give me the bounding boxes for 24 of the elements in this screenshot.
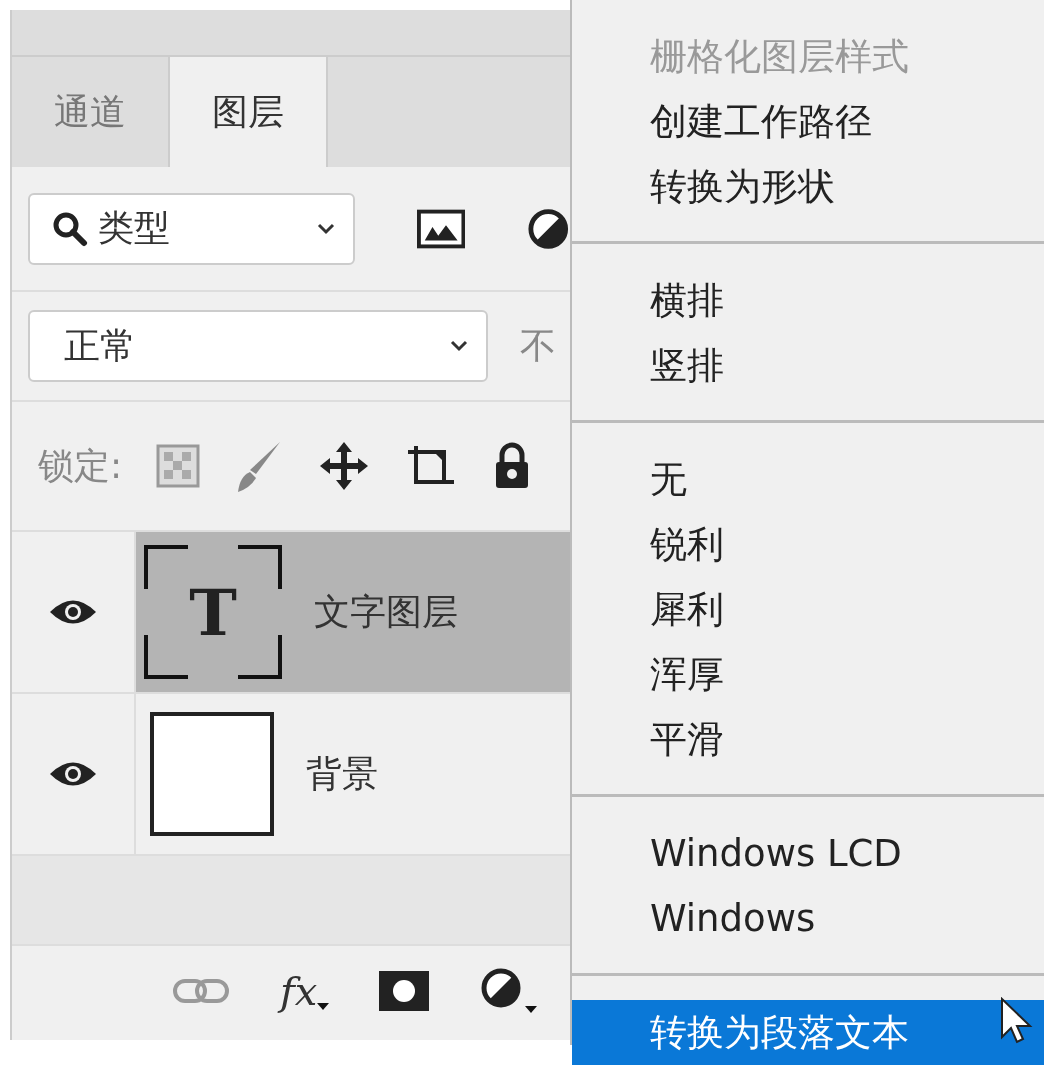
filter-dropdown[interactable]: 类型	[28, 192, 356, 265]
menu-item[interactable]: 犀利	[572, 577, 1044, 642]
menu-item[interactable]: Windows	[572, 886, 1044, 951]
menu-item[interactable]: 浑厚	[572, 642, 1044, 707]
layer-name: 文字图层	[314, 589, 458, 634]
menu-item[interactable]: 无	[572, 447, 1044, 512]
lock-label: 锁定:	[38, 443, 123, 488]
layer-row[interactable]: T 文字图层	[136, 532, 570, 692]
menu-item[interactable]: Windows LCD	[572, 821, 1044, 886]
layer-name: 背景	[306, 751, 378, 796]
text-layer-thumbnail: T	[144, 545, 282, 679]
filter-value: 类型	[98, 206, 170, 250]
panel-tab[interactable]: 图层	[170, 57, 328, 167]
blend-mode-dropdown[interactable]: 正常	[28, 310, 488, 382]
menu-item[interactable]: 锐利	[572, 512, 1044, 577]
layer-row[interactable]: 背景	[136, 694, 570, 854]
blend-mode-value: 正常	[64, 323, 136, 368]
menu-item[interactable]: 创建工作路径	[572, 89, 1044, 154]
menu-item[interactable]: 平滑	[572, 707, 1044, 772]
menu-item[interactable]: 横排	[572, 268, 1044, 333]
menu-item[interactable]: 转换为形状	[572, 154, 1044, 219]
menu-item[interactable]: 竖排	[572, 333, 1044, 398]
opacity-label: 不	[520, 323, 556, 368]
menu-item[interactable]: 转换为段落文本	[572, 1000, 1044, 1065]
